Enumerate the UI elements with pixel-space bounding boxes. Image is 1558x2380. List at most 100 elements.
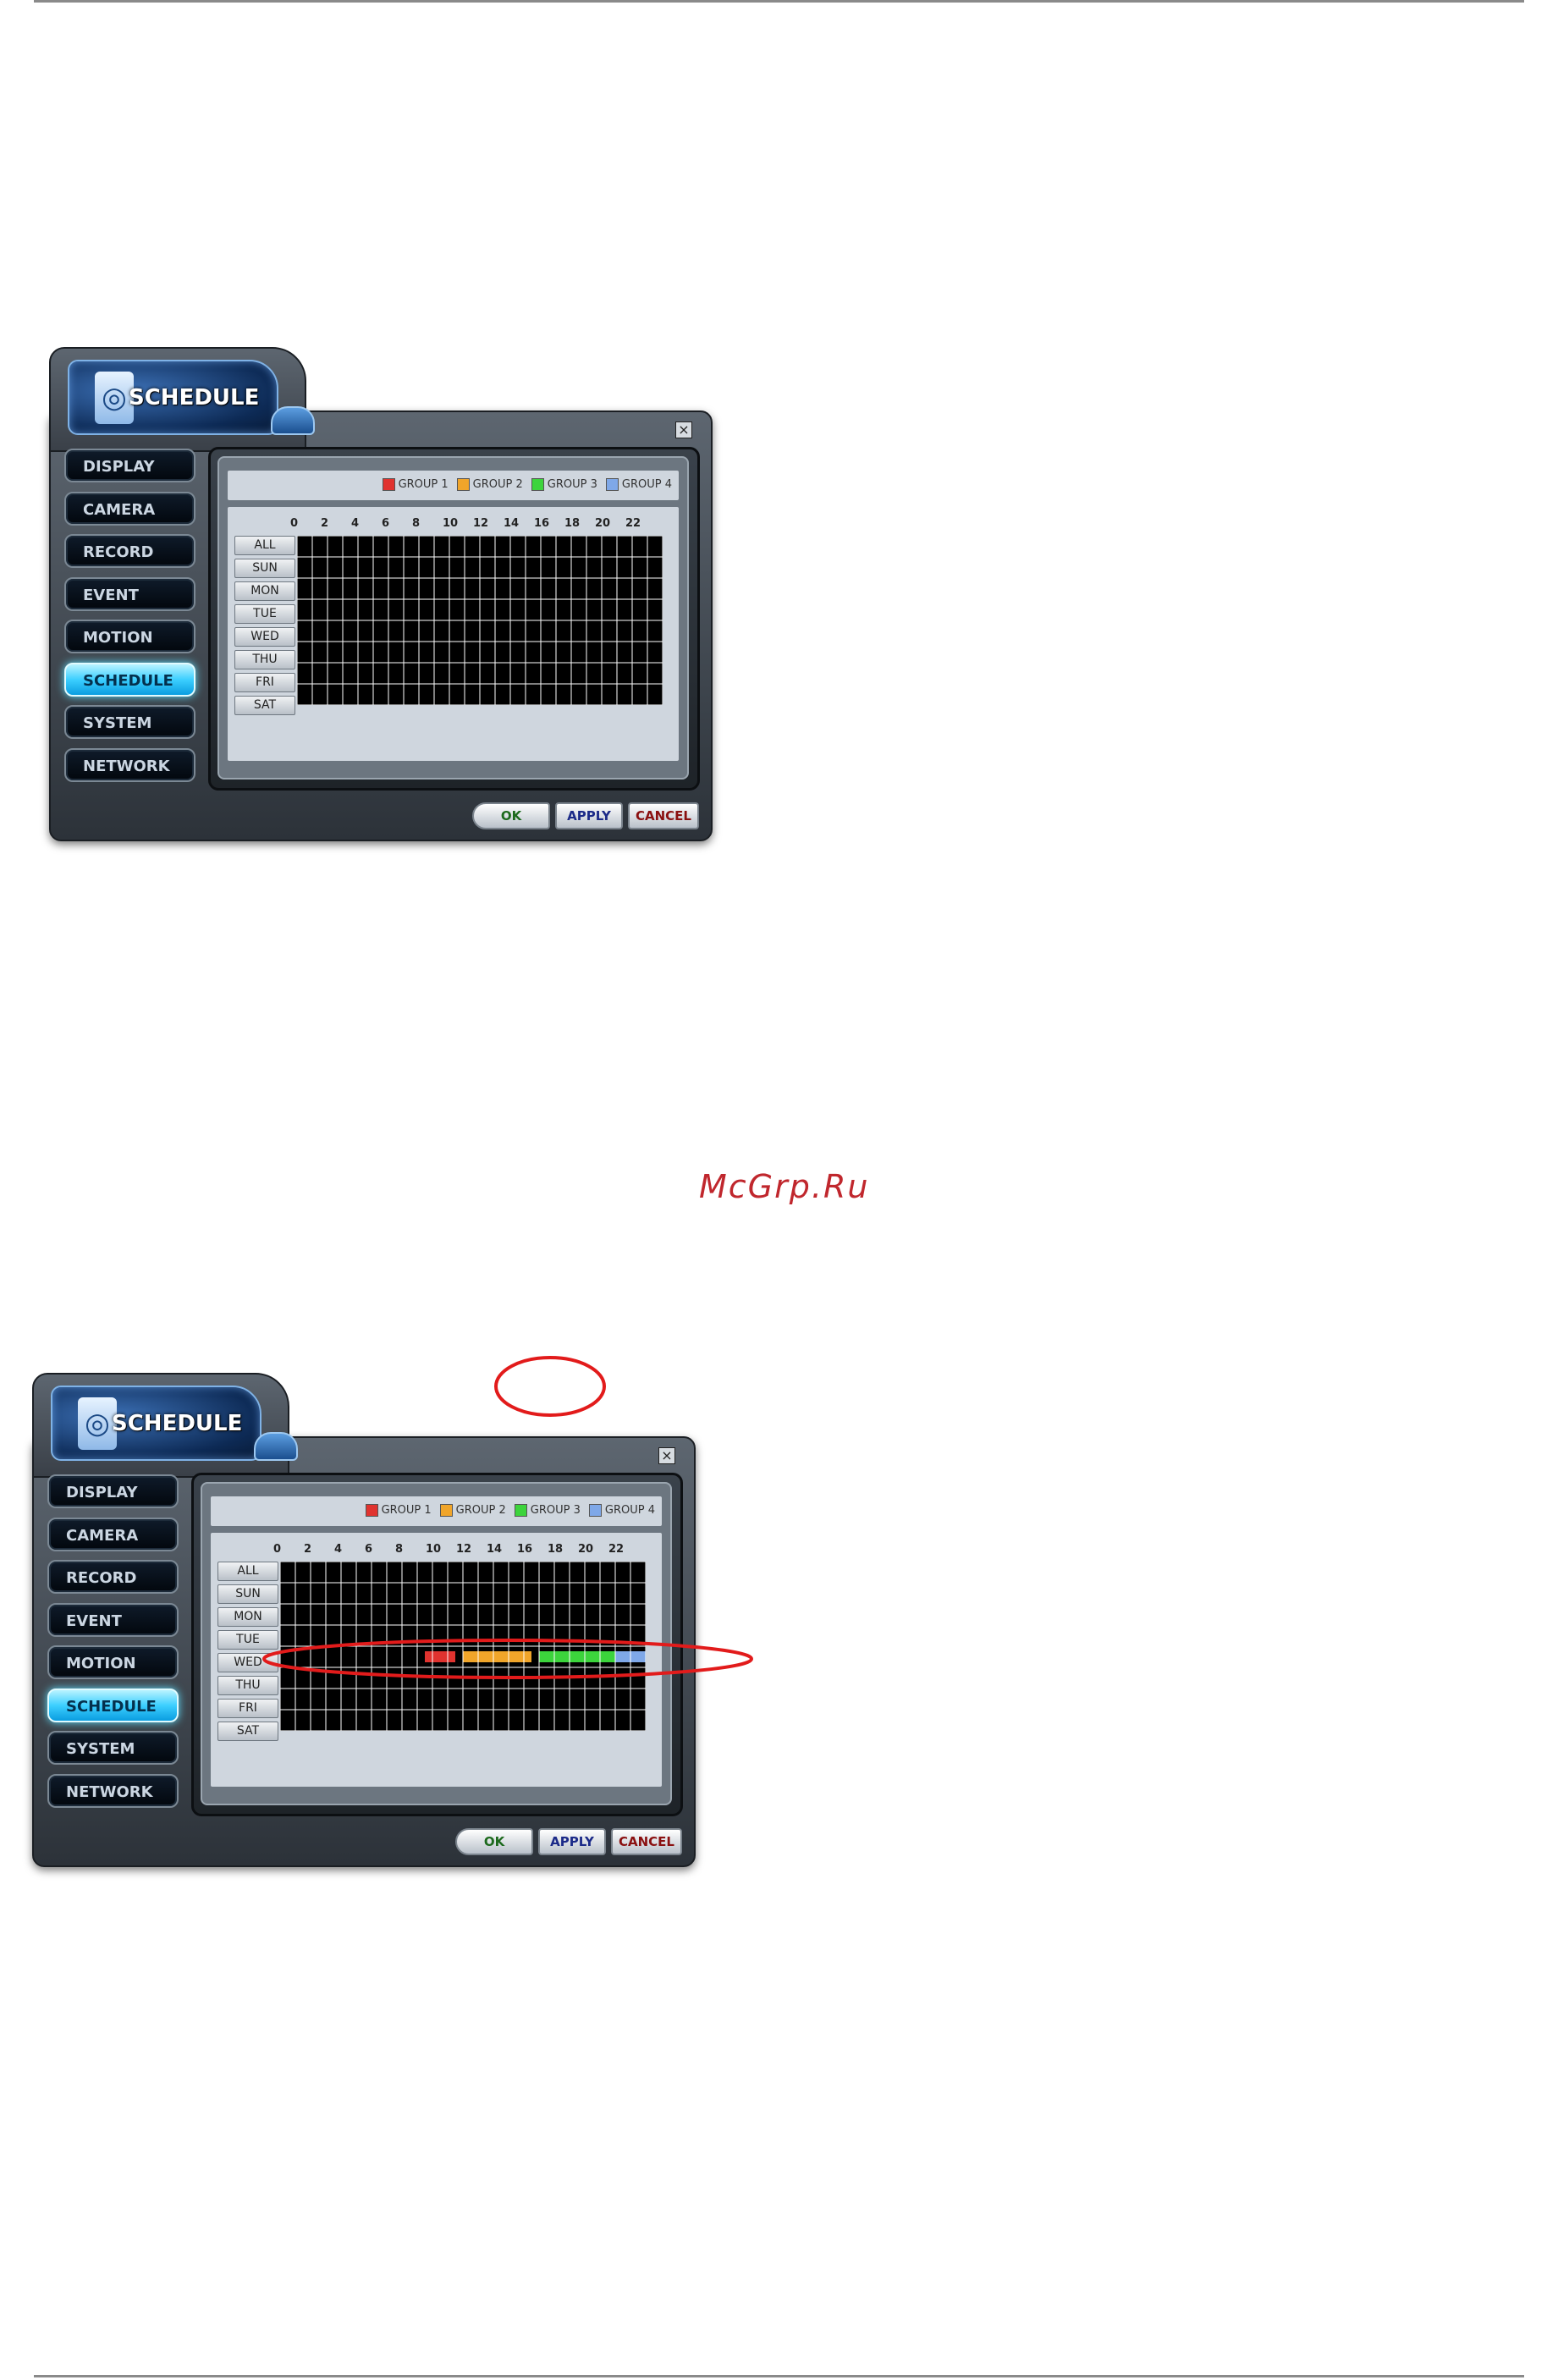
hour-label: 18 — [548, 1543, 564, 1556]
hour-label: 20 — [595, 517, 611, 530]
apply-button[interactable]: APPLY — [538, 1828, 606, 1855]
hour-label: 0 — [273, 1543, 282, 1556]
hour-labels: 0 2 4 6 8 10 12 14 16 18 20 22 — [290, 517, 659, 534]
hour-label: 6 — [365, 1543, 373, 1556]
menu-item-event[interactable]: EVENT — [64, 576, 195, 611]
window-title: SCHEDULE — [112, 1411, 243, 1436]
day-buttons: ALL SUN MON TUE WED THU FRI SAT — [234, 536, 295, 719]
hour-label: 20 — [578, 1543, 594, 1556]
group-legend: GROUP 1 GROUP 2 GROUP 3 GROUP 4 — [365, 1504, 655, 1517]
day-button-sun[interactable]: SUN — [217, 1584, 278, 1604]
hour-label: 6 — [382, 517, 390, 530]
hour-label: 10 — [426, 1543, 442, 1556]
settings-menu: DISPLAY CAMERA RECORD EVENT MOTION SCHED… — [64, 449, 195, 791]
day-button-mon[interactable]: MON — [217, 1607, 278, 1627]
close-icon[interactable]: × — [658, 1447, 675, 1464]
day-button-tue[interactable]: TUE — [234, 604, 295, 624]
legend-label: GROUP 2 — [472, 478, 523, 491]
hour-label: 12 — [456, 1543, 472, 1556]
legend-swatch — [456, 478, 470, 491]
legend-swatch — [365, 1504, 378, 1517]
schedule-panel-inner: GROUP 1 GROUP 2 GROUP 3 GROUP 4 0 2 4 6 … — [217, 456, 689, 780]
hour-label: 8 — [395, 1543, 404, 1556]
schedule-grid[interactable] — [297, 536, 663, 705]
menu-item-camera[interactable]: CAMERA — [64, 491, 195, 526]
tab-knob — [271, 406, 315, 435]
legend-swatch — [588, 1504, 602, 1517]
close-icon[interactable]: × — [675, 421, 692, 438]
schedule-window-1: ◎ SCHEDULE × DISPLAY CAMERA RECORD EVENT… — [49, 347, 713, 841]
schedule-window-2: ◎ SCHEDULE × DISPLAY CAMERA RECORD EVENT… — [32, 1373, 696, 1867]
legend-item-group-1: GROUP 1 — [382, 478, 449, 491]
dialog-buttons: OK APPLY CANCEL — [455, 1828, 682, 1855]
schedule-panel: GROUP 1 GROUP 2 GROUP 3 GROUP 4 0 2 4 6 … — [208, 447, 700, 791]
day-button-sat[interactable]: SAT — [217, 1722, 278, 1741]
window-title: SCHEDULE — [129, 385, 260, 410]
title-plate: ◎ SCHEDULE — [51, 1386, 262, 1461]
hour-label: 16 — [517, 1543, 533, 1556]
legend-bar: GROUP 1 GROUP 2 GROUP 3 GROUP 4 — [211, 1496, 662, 1526]
day-button-wed[interactable]: WED — [234, 627, 295, 647]
menu-item-event[interactable]: EVENT — [47, 1602, 179, 1637]
menu-item-record[interactable]: RECORD — [64, 534, 195, 568]
legend-item-group-3: GROUP 3 — [531, 478, 597, 491]
hour-label: 10 — [443, 517, 459, 530]
hour-label: 18 — [564, 517, 581, 530]
day-button-thu[interactable]: THU — [234, 650, 295, 669]
menu-item-system[interactable]: SYSTEM — [64, 705, 195, 739]
legend-swatch — [605, 478, 619, 491]
menu-item-record[interactable]: RECORD — [47, 1560, 179, 1594]
hour-label: 0 — [290, 517, 299, 530]
hour-label: 12 — [473, 517, 489, 530]
day-button-all[interactable]: ALL — [217, 1562, 278, 1581]
menu-item-schedule[interactable]: SCHEDULE — [64, 662, 195, 697]
hour-label: 4 — [334, 1543, 343, 1556]
menu-item-motion[interactable]: MOTION — [64, 620, 195, 653]
watermark: McGrp.Ru — [699, 1168, 870, 1205]
top-rule — [34, 0, 1524, 3]
legend-label: GROUP 3 — [530, 1504, 581, 1517]
bottom-rule — [34, 2375, 1524, 2377]
day-button-sun[interactable]: SUN — [234, 559, 295, 578]
legend-label: GROUP 1 — [398, 478, 449, 491]
legend-swatch — [514, 1504, 527, 1517]
day-button-fri[interactable]: FRI — [217, 1699, 278, 1718]
annotation-ellipse-wed-row — [262, 1639, 753, 1679]
legend-label: GROUP 3 — [547, 478, 597, 491]
day-button-mon[interactable]: MON — [234, 581, 295, 601]
annotation-circle — [494, 1356, 606, 1417]
menu-item-system[interactable]: SYSTEM — [47, 1731, 179, 1765]
legend-label: GROUP 2 — [455, 1504, 506, 1517]
day-button-sat[interactable]: SAT — [234, 696, 295, 715]
legend-item-group-4: GROUP 4 — [588, 1504, 655, 1517]
hour-label: 8 — [412, 517, 421, 530]
hour-label: 14 — [504, 517, 520, 530]
menu-item-network[interactable]: NETWORK — [47, 1773, 179, 1808]
menu-item-schedule[interactable]: SCHEDULE — [47, 1688, 179, 1722]
day-button-all[interactable]: ALL — [234, 536, 295, 555]
hour-label: 2 — [321, 517, 329, 530]
hour-labels: 0 2 4 6 8 10 12 14 16 18 20 22 — [273, 1543, 642, 1560]
legend-item-group-3: GROUP 3 — [514, 1504, 581, 1517]
dialog-buttons: OK APPLY CANCEL — [472, 802, 699, 829]
menu-item-motion[interactable]: MOTION — [47, 1645, 179, 1679]
apply-button[interactable]: APPLY — [555, 802, 623, 829]
ok-button[interactable]: OK — [472, 802, 550, 829]
ok-button[interactable]: OK — [455, 1828, 533, 1855]
legend-item-group-2: GROUP 2 — [456, 478, 523, 491]
settings-menu: DISPLAY CAMERA RECORD EVENT MOTION SCHED… — [47, 1474, 179, 1816]
cancel-button[interactable]: CANCEL — [611, 1828, 682, 1855]
hour-label: 14 — [487, 1543, 503, 1556]
legend-item-group-1: GROUP 1 — [365, 1504, 432, 1517]
menu-item-network[interactable]: NETWORK — [64, 747, 195, 782]
legend-item-group-4: GROUP 4 — [605, 478, 672, 491]
day-button-fri[interactable]: FRI — [234, 673, 295, 692]
legend-label: GROUP 1 — [381, 1504, 432, 1517]
legend-label: GROUP 4 — [604, 1504, 655, 1517]
cancel-button[interactable]: CANCEL — [628, 802, 699, 829]
menu-item-display[interactable]: DISPLAY — [64, 449, 195, 482]
menu-item-display[interactable]: DISPLAY — [47, 1474, 179, 1508]
hour-label: 16 — [534, 517, 550, 530]
hour-label: 2 — [304, 1543, 312, 1556]
menu-item-camera[interactable]: CAMERA — [47, 1517, 179, 1551]
